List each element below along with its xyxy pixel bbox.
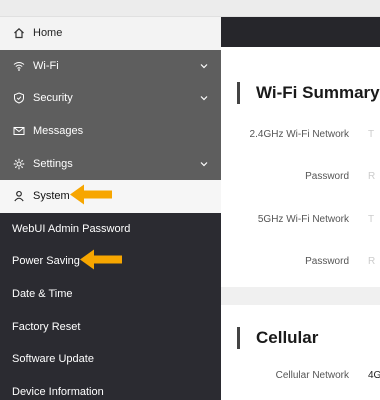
row-value: T (368, 214, 375, 225)
sidebar-item-wifi[interactable]: Wi-Fi (0, 49, 221, 83)
title-accent-bar (237, 82, 240, 104)
sidebar-item-label: System (33, 190, 70, 203)
row-value: R (368, 171, 376, 182)
sidebar-item-label: Power Saving (12, 255, 80, 268)
sidebar-item-settings[interactable]: Settings (0, 147, 221, 180)
sidebar-item-power-saving[interactable]: Power Saving (0, 245, 221, 278)
sidebar-item-label: Home (33, 27, 63, 40)
wifi-summary-card: Wi-Fi Summary 2.4GHz Wi-Fi Network T Pas… (221, 47, 380, 287)
cellular-card: Cellular Cellular Network 4G (221, 305, 380, 400)
row-value: T (368, 129, 375, 140)
sidebar-item-webui-admin-password[interactable]: WebUI Admin Password (0, 212, 221, 246)
browser-top-strip (0, 0, 380, 17)
sidebar-item-label: Device Information (12, 385, 104, 398)
row-value: 4G (368, 370, 380, 381)
sidebar-item-label: Wi-Fi (33, 59, 59, 72)
sidebar-item-date-time[interactable]: Date & Time (0, 277, 221, 311)
home-icon (12, 26, 26, 40)
shield-icon (12, 91, 26, 105)
sidebar-item-messages[interactable]: Messages (0, 114, 221, 148)
sidebar-item-label: Messages (33, 125, 84, 138)
sidebar-item-label: Factory Reset (12, 320, 81, 333)
sidebar-item-system[interactable]: System (0, 179, 221, 213)
row-label: Password (305, 171, 349, 182)
pointer-arrow-icon (78, 248, 124, 275)
sidebar-nav: Home Wi-Fi Security Messages Settings Sy… (0, 17, 221, 400)
row-label: Password (305, 256, 349, 267)
main-content: Wi-Fi Summary 2.4GHz Wi-Fi Network T Pas… (221, 17, 380, 400)
header-bar (221, 17, 380, 47)
sidebar-item-software-update[interactable]: Software Update (0, 342, 221, 376)
sidebar-item-label: Security (33, 92, 73, 105)
row-label: 2.4GHz Wi-Fi Network (249, 129, 349, 140)
sidebar-item-label: Settings (33, 157, 73, 170)
chevron-down-icon[interactable] (199, 61, 209, 71)
row-value: R (368, 256, 376, 267)
wifi-icon (12, 59, 26, 73)
envelope-icon (12, 124, 26, 138)
chevron-down-icon[interactable] (199, 159, 209, 169)
sidebar-item-security[interactable]: Security (0, 82, 221, 115)
gear-icon (12, 157, 26, 171)
row-label: 5GHz Wi-Fi Network (257, 214, 349, 225)
row-label: Cellular Network (275, 370, 349, 381)
chevron-down-icon[interactable] (199, 93, 209, 103)
sidebar-item-label: Software Update (12, 353, 94, 366)
pointer-arrow-icon (68, 183, 114, 210)
section-title: Cellular (237, 327, 318, 349)
sidebar-item-home[interactable]: Home (0, 17, 221, 50)
sidebar-item-device-information[interactable]: Device Information (0, 375, 221, 400)
title-accent-bar (237, 327, 240, 349)
sidebar-item-factory-reset[interactable]: Factory Reset (0, 310, 221, 343)
person-icon (12, 189, 26, 203)
sidebar-item-label: Date & Time (12, 288, 73, 301)
sidebar-item-label: WebUI Admin Password (12, 222, 131, 235)
section-title: Wi-Fi Summary (237, 82, 380, 104)
